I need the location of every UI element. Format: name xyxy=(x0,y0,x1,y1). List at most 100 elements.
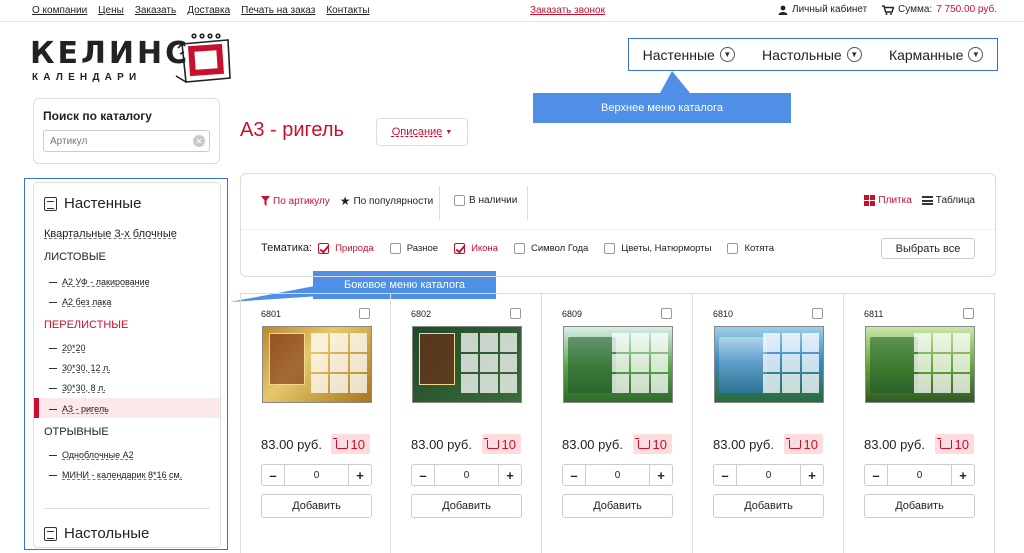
quantity-field[interactable]: 0 xyxy=(887,465,952,485)
increment-button[interactable]: + xyxy=(499,465,521,485)
view-table-label: Таблица xyxy=(935,195,975,206)
description-button[interactable]: Описание ▼ xyxy=(376,118,468,146)
select-all-button[interactable]: Выбрать все xyxy=(881,238,975,259)
product-card: 6802 83.00 руб. 10 – 0 + Добавить xyxy=(391,294,542,553)
quantity-field[interactable]: 0 xyxy=(736,465,801,485)
product-checkbox[interactable] xyxy=(661,308,672,319)
quantity-field[interactable]: 0 xyxy=(585,465,650,485)
decrement-button[interactable]: – xyxy=(563,465,585,485)
topic-year-symbol[interactable]: Символ Года xyxy=(513,242,588,254)
topic-flowers[interactable]: Цветы, Натюрморты xyxy=(604,242,711,254)
sidebar-item-mini[interactable]: МИНИ - календарик 8*16 см. xyxy=(49,470,182,480)
add-to-cart-button[interactable]: Добавить xyxy=(562,494,673,518)
top-menu-desk[interactable]: Настольные ▼ xyxy=(762,47,862,63)
product-grid: 6801 83.00 руб. 10 – 0 + Добавить 6802 8… xyxy=(240,293,996,553)
sidebar-panel: Настенные Квартальные 3-х блочные ЛИСТОВ… xyxy=(33,182,221,548)
topic-year-symbol-checkbox[interactable] xyxy=(513,242,525,254)
search-input-wrapper: ✕ xyxy=(43,130,210,152)
product-image[interactable] xyxy=(412,326,522,403)
sort-by-popularity-label: По популярности xyxy=(353,195,434,207)
increment-button[interactable]: + xyxy=(650,465,672,485)
decrement-button[interactable]: – xyxy=(714,465,736,485)
filter-separator xyxy=(527,186,528,220)
add-to-cart-button[interactable]: Добавить xyxy=(411,494,522,518)
topic-misc-checkbox[interactable] xyxy=(389,242,401,254)
product-checkbox[interactable] xyxy=(510,308,521,319)
top-menu-wall[interactable]: Настенные ▼ xyxy=(643,47,735,63)
topic-icon[interactable]: Икона xyxy=(454,242,498,254)
top-nav-contacts[interactable]: Контакты xyxy=(326,5,369,16)
stock-count: 10 xyxy=(652,436,667,452)
topic-kittens-checkbox[interactable] xyxy=(727,242,739,254)
topic-icon-checkbox[interactable] xyxy=(454,242,466,254)
sidebar-heading-wall-label: Настенные xyxy=(64,195,142,212)
topic-flowers-checkbox[interactable] xyxy=(604,242,616,254)
sort-by-article[interactable]: По артикулу xyxy=(261,196,330,207)
sidebar-item-a3-rigel[interactable]: А3 - ригель xyxy=(49,404,109,414)
quantity-field[interactable]: 0 xyxy=(434,465,499,485)
decrement-button[interactable]: – xyxy=(412,465,434,485)
sidebar-heading-wall[interactable]: Настенные xyxy=(44,195,141,212)
cart-summary[interactable]: Сумма: 7 750.00 руб. xyxy=(882,4,997,15)
topic-nature[interactable]: Природа xyxy=(318,242,374,254)
increment-button[interactable]: + xyxy=(801,465,823,485)
sort-by-popularity[interactable]: ★ По популярности xyxy=(340,194,434,208)
sidebar-heading-desk[interactable]: Настольные xyxy=(44,525,149,542)
view-switcher: Плитка Таблица xyxy=(864,195,975,206)
topic-kittens[interactable]: Котята xyxy=(727,242,774,254)
sidebar-item-30x30-8[interactable]: 30*30, 8 л. xyxy=(49,383,106,393)
sidebar-item-single-a2[interactable]: Одноблочные А2 xyxy=(49,450,134,460)
increment-button[interactable]: + xyxy=(349,465,371,485)
top-nav-prices[interactable]: Цены xyxy=(98,5,124,16)
sidebar-group-flip[interactable]: ПЕРЕЛИСТНЫЕ xyxy=(44,319,128,331)
topic-nature-checkbox[interactable] xyxy=(318,242,330,254)
chevron-down-icon: ▼ xyxy=(846,47,862,62)
top-nav-custom-print[interactable]: Печать на заказ xyxy=(241,5,315,16)
top-nav: О компании Цены Заказать Доставка Печать… xyxy=(32,5,370,16)
top-nav-order[interactable]: Заказать xyxy=(135,5,176,16)
product-image[interactable] xyxy=(865,326,975,403)
site-logo[interactable]: КЕЛИНС КАЛЕНДАРИ xyxy=(30,30,240,90)
product-code: 6802 xyxy=(411,309,432,319)
product-card: 6801 83.00 руб. 10 – 0 + Добавить xyxy=(240,294,391,553)
sidebar-item-30x30-12[interactable]: 30*30, 12 л. xyxy=(49,363,111,373)
sidebar-item-a2-nolac[interactable]: А2 без лака xyxy=(49,297,111,307)
in-stock-filter[interactable]: В наличии xyxy=(454,195,517,206)
product-image[interactable] xyxy=(262,326,372,403)
decrement-button[interactable]: – xyxy=(262,465,284,485)
quantity-stepper: – 0 + xyxy=(261,464,372,486)
clear-icon[interactable]: ✕ xyxy=(193,135,205,147)
product-image[interactable] xyxy=(563,326,673,403)
logo-title: КЕЛИНС xyxy=(30,36,191,71)
topic-misc-label: Разное xyxy=(406,242,439,254)
product-image[interactable] xyxy=(714,326,824,403)
sidebar-group-tearoff[interactable]: ОТРЫВНЫЕ xyxy=(44,426,109,438)
topic-misc[interactable]: Разное xyxy=(389,242,439,254)
cart-icon xyxy=(634,437,650,449)
add-to-cart-button[interactable]: Добавить xyxy=(713,494,824,518)
decrement-button[interactable]: – xyxy=(865,465,887,485)
product-checkbox[interactable] xyxy=(812,308,823,319)
sidebar-item-a2-uv[interactable]: А2 УФ - лакирование xyxy=(49,277,150,287)
search-input[interactable] xyxy=(44,131,184,151)
view-tile-label: Плитка xyxy=(878,195,912,206)
product-checkbox[interactable] xyxy=(359,308,370,319)
add-to-cart-button[interactable]: Добавить xyxy=(261,494,372,518)
account-link[interactable]: Личный кабинет xyxy=(778,4,867,15)
cart-icon xyxy=(882,4,894,15)
top-nav-delivery[interactable]: Доставка xyxy=(187,5,230,16)
sidebar-group-sheet[interactable]: ЛИСТОВЫЕ xyxy=(44,251,106,263)
add-to-cart-button[interactable]: Добавить xyxy=(864,494,975,518)
product-checkbox[interactable] xyxy=(963,308,974,319)
in-stock-checkbox[interactable] xyxy=(454,195,465,206)
sidebar-link-quarterly[interactable]: Квартальные 3-х блочные xyxy=(44,228,177,240)
top-nav-about[interactable]: О компании xyxy=(32,5,87,16)
view-table[interactable]: Таблица xyxy=(921,195,975,206)
view-tile[interactable]: Плитка xyxy=(864,195,912,206)
callback-link[interactable]: Заказать звонок xyxy=(530,5,605,16)
top-menu-pocket[interactable]: Карманные ▼ xyxy=(889,47,984,63)
increment-button[interactable]: + xyxy=(952,465,974,485)
quantity-field[interactable]: 0 xyxy=(284,465,349,485)
topic-icon-label: Икона xyxy=(471,242,498,254)
sidebar-item-20x20[interactable]: 20*20 xyxy=(49,343,86,353)
